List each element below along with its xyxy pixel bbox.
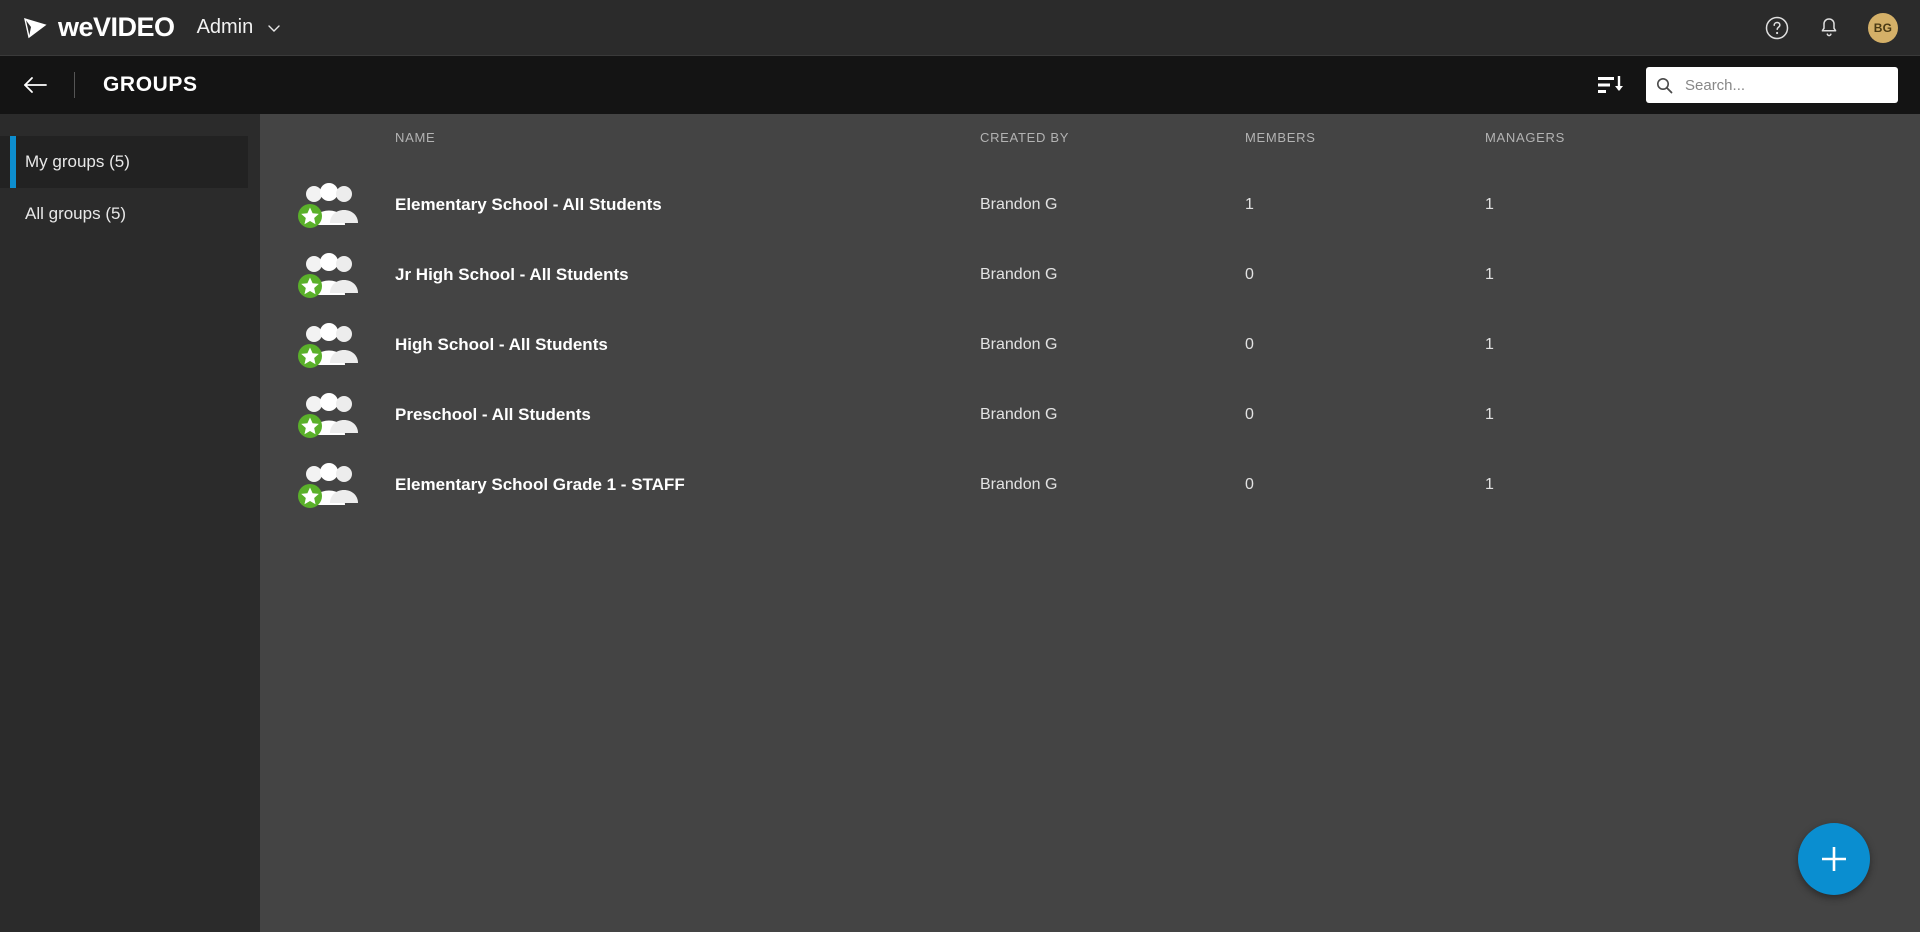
group-name: High School - All Students bbox=[395, 335, 608, 354]
sidebar-item-label: My groups (5) bbox=[25, 152, 130, 171]
search-icon bbox=[1657, 77, 1673, 93]
group-created-by: Brandon G bbox=[980, 336, 1058, 353]
column-header-members[interactable]: MEMBERS bbox=[1245, 130, 1485, 145]
group-icon-cell bbox=[260, 391, 395, 439]
search-box[interactable] bbox=[1646, 67, 1898, 103]
group-created-by: Brandon G bbox=[980, 406, 1058, 423]
column-header-managers[interactable]: MANAGERS bbox=[1485, 130, 1725, 145]
group-name: Elementary School Grade 1 - STAFF bbox=[395, 475, 685, 494]
table-row[interactable]: Jr High School - All Students Brandon G … bbox=[260, 240, 1920, 310]
avatar[interactable]: BG bbox=[1868, 12, 1898, 43]
group-created-by: Brandon G bbox=[980, 196, 1058, 213]
table-header-row: NAME CREATED BY MEMBERS MANAGERS bbox=[260, 114, 1920, 160]
group-people-star-icon bbox=[297, 253, 358, 298]
group-people-star-icon bbox=[297, 323, 358, 368]
sort-descending-icon[interactable] bbox=[1596, 72, 1626, 98]
add-group-button[interactable] bbox=[1798, 823, 1870, 895]
table-row[interactable]: Elementary School - All Students Brandon… bbox=[260, 170, 1920, 240]
group-people-star-icon bbox=[297, 183, 358, 228]
group-name: Preschool - All Students bbox=[395, 405, 591, 424]
group-created-by: Brandon G bbox=[980, 476, 1058, 493]
page-body: My groups (5) All groups (5) NAME CREATE… bbox=[0, 114, 1920, 932]
sidebar: My groups (5) All groups (5) bbox=[0, 114, 260, 932]
group-created-by: Brandon G bbox=[980, 266, 1058, 283]
group-icon-cell bbox=[260, 321, 395, 369]
top-navigation-bar: weVIDEO Admin BG bbox=[0, 0, 1920, 56]
group-name: Jr High School - All Students bbox=[395, 265, 629, 284]
group-people-star-icon bbox=[297, 393, 358, 438]
plus-icon bbox=[1822, 847, 1846, 871]
wevideo-wordmark: weVIDEO bbox=[58, 14, 175, 41]
logo-word-video: VIDEO bbox=[93, 12, 175, 42]
group-name: Elementary School - All Students bbox=[395, 195, 662, 214]
table-row[interactable]: Preschool - All Students Brandon G 0 1 bbox=[260, 380, 1920, 450]
play-triangle-logo-icon bbox=[24, 17, 47, 38]
group-members-count: 0 bbox=[1245, 266, 1254, 283]
wevideo-logo[interactable]: weVIDEO bbox=[22, 14, 175, 41]
groups-list: Elementary School - All Students Brandon… bbox=[260, 160, 1920, 520]
table-row[interactable]: Elementary School Grade 1 - STAFF Brando… bbox=[260, 450, 1920, 520]
group-icon-cell bbox=[260, 181, 395, 229]
back-arrow-icon[interactable] bbox=[22, 75, 48, 95]
group-icon-cell bbox=[260, 461, 395, 509]
help-circle-icon[interactable] bbox=[1764, 15, 1790, 41]
bell-icon[interactable] bbox=[1816, 15, 1842, 41]
logo-word-we: we bbox=[58, 12, 94, 42]
header-actions bbox=[1596, 67, 1898, 103]
group-managers-count: 1 bbox=[1485, 196, 1494, 213]
sidebar-item-label: All groups (5) bbox=[25, 204, 127, 223]
table-row[interactable]: High School - All Students Brandon G 0 1 bbox=[260, 310, 1920, 380]
group-managers-count: 1 bbox=[1485, 266, 1494, 283]
group-icon-cell bbox=[260, 251, 395, 299]
group-members-count: 0 bbox=[1245, 406, 1254, 423]
sidebar-item-all-groups[interactable]: All groups (5) bbox=[0, 188, 248, 240]
group-people-star-icon bbox=[297, 463, 358, 508]
group-members-count: 0 bbox=[1245, 476, 1254, 493]
page-title: GROUPS bbox=[103, 73, 198, 96]
column-header-created-by[interactable]: CREATED BY bbox=[980, 130, 1245, 145]
column-header-name[interactable]: NAME bbox=[395, 130, 980, 145]
chevron-down-icon[interactable] bbox=[267, 21, 281, 35]
group-members-count: 0 bbox=[1245, 336, 1254, 353]
groups-page: weVIDEO Admin BG GROUPS Search... My gro… bbox=[0, 0, 1920, 932]
sidebar-item-my-groups[interactable]: My groups (5) bbox=[0, 136, 248, 188]
product-label[interactable]: Admin bbox=[197, 16, 254, 39]
topbar-actions: BG bbox=[1764, 12, 1898, 43]
group-managers-count: 1 bbox=[1485, 336, 1494, 353]
header-divider bbox=[74, 72, 75, 98]
group-managers-count: 1 bbox=[1485, 476, 1494, 493]
page-header-bar: GROUPS bbox=[0, 56, 1920, 114]
groups-table-area: NAME CREATED BY MEMBERS MANAGERS Element… bbox=[260, 114, 1920, 932]
search-input[interactable] bbox=[1685, 76, 1888, 94]
group-members-count: 1 bbox=[1245, 196, 1254, 213]
group-managers-count: 1 bbox=[1485, 406, 1494, 423]
